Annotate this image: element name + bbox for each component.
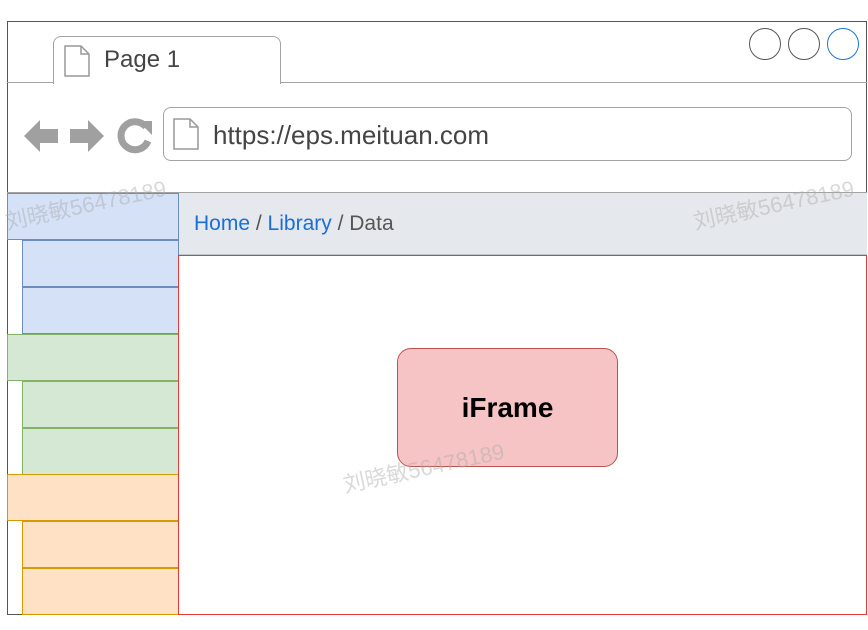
iframe-box: iFrame	[397, 348, 618, 467]
url-text[interactable]: https://eps.meituan.com	[213, 119, 489, 151]
sidebar-menu-parent[interactable]	[7, 193, 179, 240]
tab-bar-divider	[280, 82, 867, 83]
breadcrumb-home[interactable]: Home	[194, 212, 250, 235]
tab-bar-divider	[7, 82, 54, 83]
refresh-icon[interactable]	[116, 117, 154, 155]
window-circle-button-active[interactable]	[827, 28, 859, 60]
sidebar-menu-child[interactable]	[22, 240, 179, 287]
window-circle-button[interactable]	[749, 28, 781, 60]
sidebar-menu-parent[interactable]	[7, 474, 179, 521]
sidebar-menu-parent[interactable]	[7, 334, 179, 381]
sidebar-menu-child[interactable]	[22, 428, 179, 475]
breadcrumb-current: Data	[349, 212, 394, 235]
back-arrow-icon[interactable]	[22, 117, 60, 155]
page-icon	[173, 118, 199, 150]
tab-title: Page 1	[104, 46, 181, 73]
sidebar-menu-child[interactable]	[22, 521, 179, 568]
breadcrumb-library[interactable]: Library	[268, 212, 332, 235]
iframe-label: iFrame	[461, 391, 554, 423]
forward-arrow-icon[interactable]	[68, 117, 106, 155]
sidebar-menu-child[interactable]	[22, 381, 179, 428]
breadcrumb-separator: /	[337, 212, 350, 235]
sidebar-menu-child[interactable]	[22, 287, 179, 334]
sidebar-menu-child[interactable]	[22, 568, 179, 615]
window-circle-button[interactable]	[788, 28, 820, 60]
breadcrumb: Home / Library / Data	[194, 210, 394, 238]
page-icon	[64, 45, 90, 77]
breadcrumb-separator: /	[255, 212, 268, 235]
